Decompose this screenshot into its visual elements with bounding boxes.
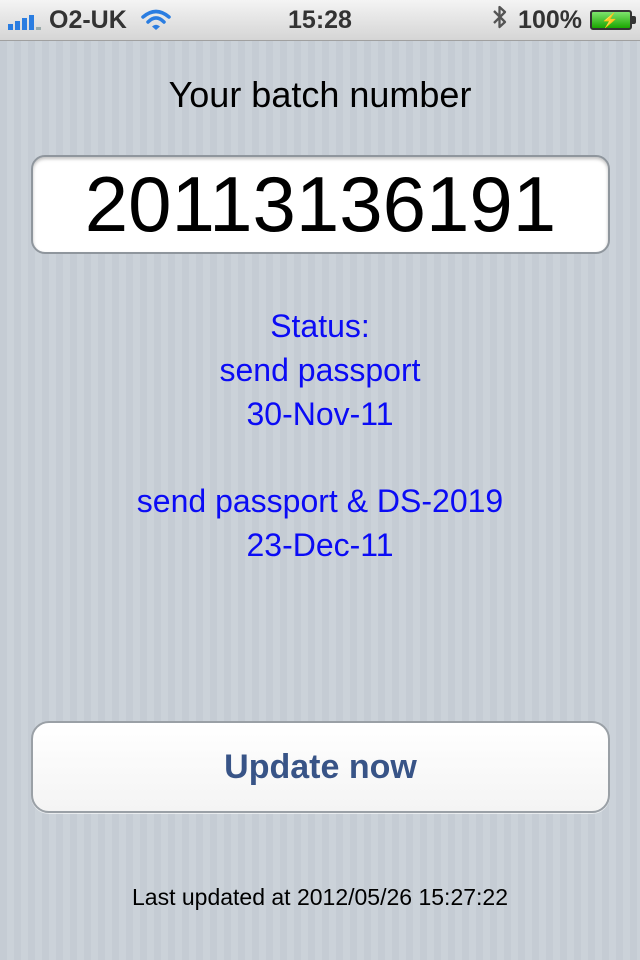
status-bar: O2-UK 15:28 100% ⚡ bbox=[0, 0, 640, 41]
battery-percent: 100% bbox=[518, 5, 582, 34]
status-entry-date: 23-Dec-11 bbox=[246, 527, 394, 563]
status-block-2: send passport & DS-2019 23-Dec-11 bbox=[0, 479, 640, 567]
status-bar-right: 100% ⚡ bbox=[492, 0, 636, 40]
last-updated-text: Last updated at 2012/05/26 15:27:22 bbox=[132, 884, 508, 910]
bluetooth-icon bbox=[492, 4, 508, 37]
update-now-button[interactable]: Update now bbox=[31, 721, 610, 813]
status-entry-date: 30-Nov-11 bbox=[246, 396, 394, 432]
status-block: Status: send passport 30-Nov-11 bbox=[0, 304, 640, 436]
page-title: Your batch number bbox=[168, 74, 472, 115]
status-entry-text: send passport & DS-2019 bbox=[136, 483, 504, 519]
batch-number-field: 20113136191 bbox=[31, 155, 610, 254]
status-label: Status: bbox=[270, 308, 370, 344]
battery-charging-icon: ⚡ bbox=[590, 10, 636, 30]
status-entry-text: send passport bbox=[219, 352, 421, 388]
